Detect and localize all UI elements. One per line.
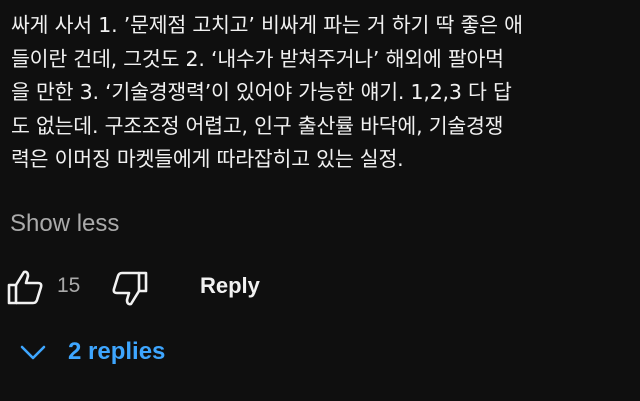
comment-text: 싸게 사서 1. ’문제점 고치고’ 비싸게 파는 거 하기 딱 좋은 애 들이… — [11, 13, 523, 171]
show-less-button[interactable]: Show less — [10, 210, 119, 238]
like-button[interactable] — [6, 268, 44, 306]
view-replies-button[interactable]: 2 replies — [18, 334, 188, 374]
reply-button[interactable]: Reply — [200, 273, 260, 299]
chevron-down-icon — [20, 345, 46, 360]
replies-count-label: 2 replies — [68, 338, 166, 365]
like-count: 15 — [57, 274, 81, 297]
dislike-button[interactable] — [109, 270, 149, 310]
comment-action-bar: 15 Reply — [0, 262, 640, 312]
thumbs-up-icon — [7, 270, 43, 305]
thumbs-down-icon — [112, 271, 148, 306]
